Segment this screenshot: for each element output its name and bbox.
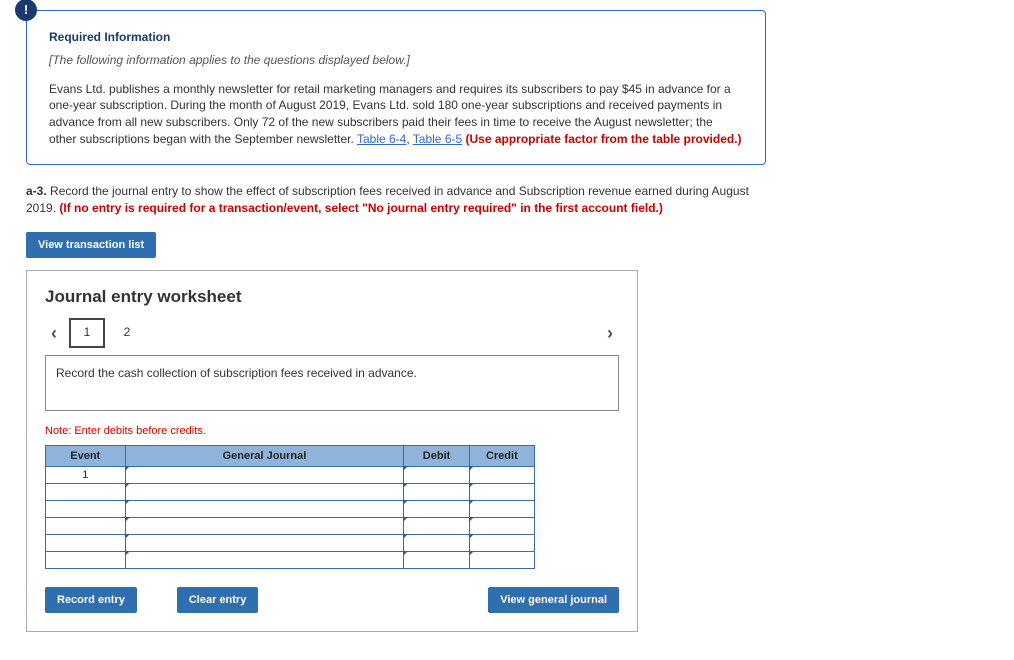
applies-text: [The following information applies to th… bbox=[49, 52, 743, 69]
event-number-cell bbox=[46, 518, 126, 535]
record-entry-button[interactable]: Record entry bbox=[45, 587, 137, 613]
required-info-box: ! Required Information [The following in… bbox=[26, 10, 766, 165]
page-tab-2[interactable]: 2 bbox=[111, 320, 143, 346]
scenario-text: Evans Ltd. publishes a monthly newslette… bbox=[49, 81, 743, 148]
journal-row bbox=[46, 535, 535, 552]
entry-instruction: Record the cash collection of subscripti… bbox=[45, 355, 619, 411]
account-cell[interactable] bbox=[125, 484, 404, 501]
debit-cell[interactable] bbox=[404, 467, 469, 484]
header-credit: Credit bbox=[469, 446, 534, 467]
debit-cell[interactable] bbox=[404, 518, 469, 535]
account-cell[interactable] bbox=[125, 552, 404, 569]
question-prefix: a-3. bbox=[26, 184, 47, 198]
question-hint: (If no entry is required for a transacti… bbox=[59, 201, 663, 215]
worksheet-title: Journal entry worksheet bbox=[45, 287, 619, 307]
view-general-journal-button[interactable]: View general journal bbox=[488, 587, 619, 613]
debit-cell[interactable] bbox=[404, 552, 469, 569]
journal-row bbox=[46, 552, 535, 569]
required-info-title: Required Information bbox=[49, 29, 743, 46]
journal-row bbox=[46, 518, 535, 535]
page-tab-1[interactable]: 1 bbox=[69, 318, 105, 348]
account-cell[interactable] bbox=[125, 535, 404, 552]
chevron-left-icon[interactable]: ‹ bbox=[45, 323, 63, 344]
credit-cell[interactable] bbox=[469, 501, 534, 518]
journal-row bbox=[46, 484, 535, 501]
event-number-cell bbox=[46, 552, 126, 569]
clear-entry-button[interactable]: Clear entry bbox=[177, 587, 258, 613]
account-cell[interactable] bbox=[125, 467, 404, 484]
debit-cell[interactable] bbox=[404, 501, 469, 518]
event-number-cell: 1 bbox=[46, 467, 126, 484]
credit-cell[interactable] bbox=[469, 535, 534, 552]
chevron-right-icon[interactable]: › bbox=[601, 323, 619, 344]
debits-before-credits-note: Note: Enter debits before credits. bbox=[45, 425, 619, 437]
credit-cell[interactable] bbox=[469, 518, 534, 535]
debit-cell[interactable] bbox=[404, 484, 469, 501]
event-number-cell bbox=[46, 484, 126, 501]
credit-cell[interactable] bbox=[469, 467, 534, 484]
journal-table: Event General Journal Debit Credit 1 bbox=[45, 445, 535, 569]
journal-row bbox=[46, 501, 535, 518]
view-transaction-list-button[interactable]: View transaction list bbox=[26, 232, 156, 258]
journal-row: 1 bbox=[46, 467, 535, 484]
event-number-cell bbox=[46, 501, 126, 518]
event-number-cell bbox=[46, 535, 126, 552]
header-general-journal: General Journal bbox=[125, 446, 404, 467]
table-link-6-5[interactable]: Table 6-5 bbox=[413, 132, 462, 146]
header-event: Event bbox=[46, 446, 126, 467]
debit-cell[interactable] bbox=[404, 535, 469, 552]
pager: ‹ 1 2 › bbox=[45, 319, 619, 347]
account-cell[interactable] bbox=[125, 501, 404, 518]
info-badge-icon: ! bbox=[15, 0, 37, 21]
table-link-6-4[interactable]: Table 6-4 bbox=[357, 132, 406, 146]
header-debit: Debit bbox=[404, 446, 469, 467]
credit-cell[interactable] bbox=[469, 484, 534, 501]
question-text: a-3. Record the journal entry to show th… bbox=[26, 183, 766, 217]
worksheet-button-row: Record entry Clear entry View general jo… bbox=[45, 587, 619, 613]
account-cell[interactable] bbox=[125, 518, 404, 535]
credit-cell[interactable] bbox=[469, 552, 534, 569]
journal-entry-worksheet: Journal entry worksheet ‹ 1 2 › Record t… bbox=[26, 270, 638, 632]
use-factor-note: (Use appropriate factor from the table p… bbox=[462, 132, 741, 146]
